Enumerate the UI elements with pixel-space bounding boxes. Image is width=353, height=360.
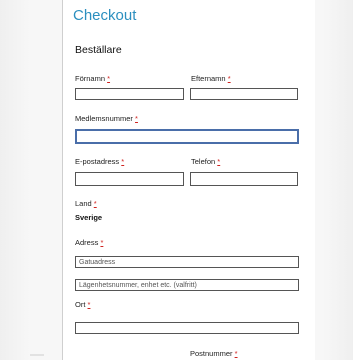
required-marker: * — [121, 157, 125, 166]
country-value: Sverige — [75, 213, 103, 222]
first-name-label: Förnamn * — [75, 74, 111, 83]
phone-input[interactable] — [190, 172, 298, 186]
required-marker: * — [227, 74, 231, 83]
postcode-label: Postnummer * — [190, 349, 238, 358]
address-line2-input[interactable]: Lägenhetsnummer, enhet etc. (valfritt) — [75, 279, 299, 291]
phone-label: Telefon * — [191, 157, 221, 166]
last-name-input[interactable] — [190, 88, 298, 100]
required-marker: * — [93, 199, 97, 208]
page-title: Checkout — [73, 7, 137, 24]
last-name-label: Efternamn * — [191, 74, 231, 83]
partial-hidden-element — [30, 354, 44, 356]
email-label: E-postadress * — [75, 157, 125, 166]
required-marker: * — [87, 300, 91, 309]
first-name-input[interactable] — [75, 88, 184, 100]
email-input[interactable] — [75, 172, 184, 186]
street-address-input[interactable]: Gatuadress — [75, 256, 299, 268]
required-marker: * — [100, 238, 104, 247]
city-input[interactable] — [75, 322, 299, 334]
required-marker: * — [234, 349, 238, 358]
street-address-placeholder: Gatuadress — [79, 259, 116, 266]
address-label: Adress * — [75, 238, 104, 247]
member-number-input[interactable] — [75, 129, 299, 144]
country-label: Land * — [75, 199, 97, 208]
address-line2-placeholder: Lägenhetsnummer, enhet etc. (valfritt) — [79, 282, 197, 289]
city-label: Ort * — [75, 300, 91, 309]
section-title-orderer: Beställare — [75, 44, 122, 56]
member-number-label: Medlemsnummer * — [75, 114, 138, 123]
required-marker: * — [107, 74, 111, 83]
required-marker: * — [217, 157, 221, 166]
required-marker: * — [135, 114, 138, 123]
